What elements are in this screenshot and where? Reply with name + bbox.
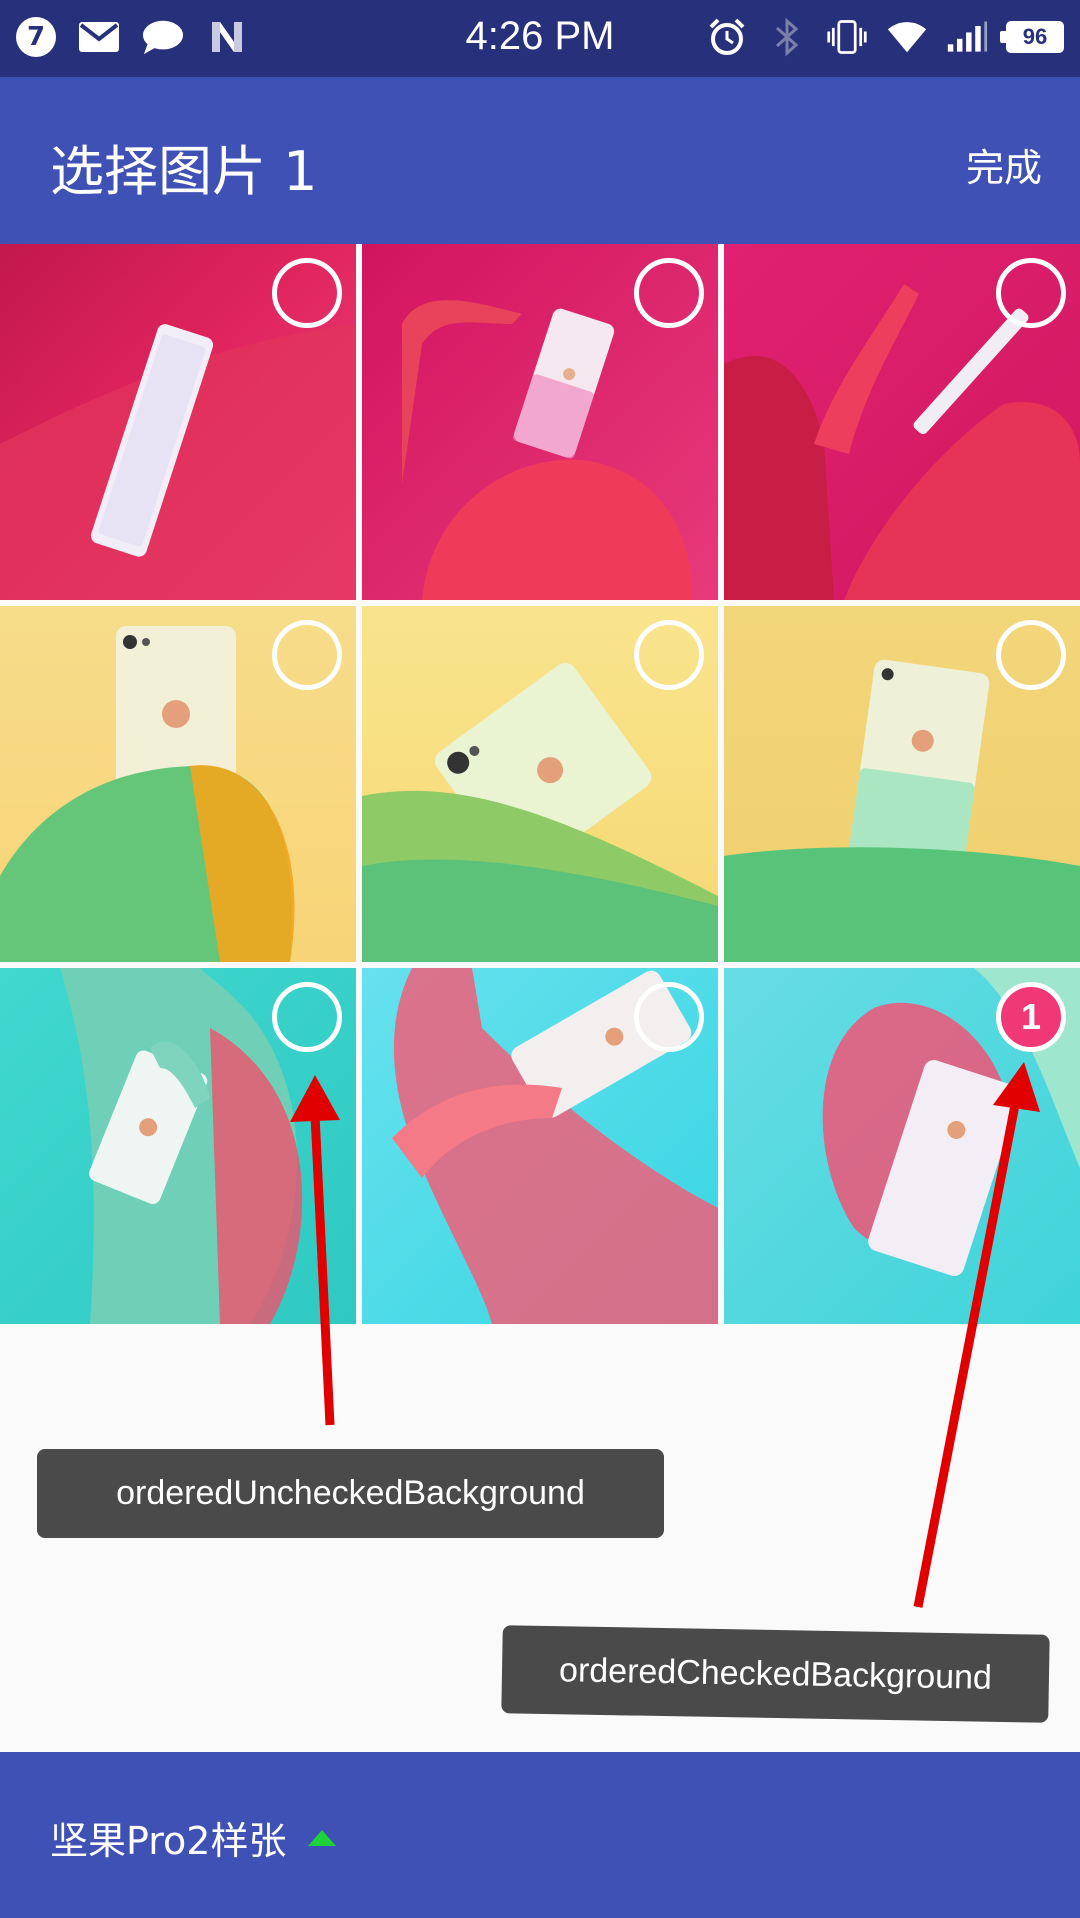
- select-checkbox[interactable]: [996, 258, 1066, 328]
- page-title: 选择图片 1: [50, 140, 318, 203]
- select-checkbox[interactable]: [996, 620, 1066, 690]
- battery-icon: 96: [1000, 21, 1064, 53]
- album-name: 坚果Pro2样张: [50, 1819, 287, 1863]
- select-checkbox[interactable]: [272, 620, 342, 690]
- vibrate-icon: [826, 16, 868, 58]
- annotation-unchecked-label: orderedUncheckedBackground: [37, 1449, 664, 1538]
- bottom-bar: 坚果Pro2样张: [0, 1752, 1080, 1918]
- selected-order-badge[interactable]: 1: [996, 982, 1066, 1052]
- photo-item[interactable]: [724, 244, 1080, 600]
- photo-grid: 1: [0, 244, 1080, 1324]
- alarm-icon: [706, 16, 748, 58]
- photo-item[interactable]: 1: [724, 968, 1080, 1324]
- photo-item[interactable]: [0, 968, 356, 1324]
- select-checkbox[interactable]: [272, 258, 342, 328]
- annotation-checked-label: orderedCheckedBackground: [501, 1625, 1050, 1723]
- select-checkbox[interactable]: [634, 620, 704, 690]
- dropdown-arrow-icon: [308, 1829, 337, 1846]
- photo-item[interactable]: [362, 606, 718, 962]
- app-bar: 选择图片 1 完成: [0, 77, 1080, 244]
- album-selector[interactable]: 坚果Pro2样张: [50, 1810, 337, 1865]
- photo-item[interactable]: [0, 606, 356, 962]
- select-checkbox[interactable]: [272, 982, 342, 1052]
- photo-item[interactable]: [362, 244, 718, 600]
- wifi-icon: [886, 16, 928, 58]
- signal-icon: [946, 16, 988, 58]
- select-checkbox[interactable]: [634, 982, 704, 1052]
- bluetooth-icon: [766, 16, 808, 58]
- select-checkbox[interactable]: [634, 258, 704, 328]
- status-bar: 7 4:26 PM 96: [0, 0, 1080, 77]
- photo-item[interactable]: [724, 606, 1080, 962]
- done-button[interactable]: 完成: [966, 137, 1042, 192]
- photo-item[interactable]: [0, 244, 356, 600]
- photo-item[interactable]: [362, 968, 718, 1324]
